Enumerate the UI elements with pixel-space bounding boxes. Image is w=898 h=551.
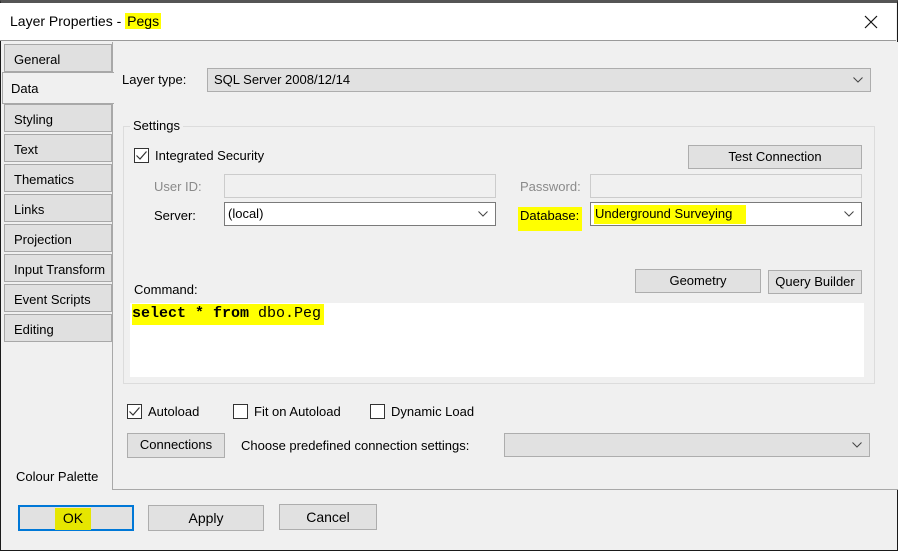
chevron-down-icon xyxy=(477,203,489,225)
checkbox-box[interactable] xyxy=(134,148,149,163)
password-label: Password: xyxy=(520,179,581,194)
dynamic-load-label: Dynamic Load xyxy=(391,404,475,419)
connections-button[interactable]: Connections xyxy=(127,433,225,458)
predefined-connection-dropdown[interactable] xyxy=(504,433,870,457)
tab-general[interactable]: General xyxy=(4,44,112,72)
ok-button[interactable]: OK xyxy=(18,505,134,531)
tab-projection[interactable]: Projection xyxy=(4,224,112,252)
command-keyword: from xyxy=(213,305,250,322)
tab-label: Event Scripts xyxy=(14,292,91,307)
tab-editing[interactable]: Editing xyxy=(4,314,112,342)
cancel-button[interactable]: Cancel xyxy=(279,504,377,530)
fit-on-autoload-label: Fit on Autoload xyxy=(254,404,341,419)
checkmark-icon xyxy=(129,407,140,416)
data-tab-panel: Layer type: SQL Server 2008/12/14 Settin… xyxy=(112,42,898,490)
settings-title: Settings xyxy=(130,118,183,133)
command-text: select * from dbo.Peg xyxy=(132,304,325,325)
command-label: Command: xyxy=(134,282,198,297)
close-button[interactable] xyxy=(860,11,882,33)
tab-styling[interactable]: Styling xyxy=(4,104,112,132)
command-textarea[interactable]: select * from dbo.Peg xyxy=(130,303,864,377)
tab-label: Projection xyxy=(14,232,72,247)
dynamic-load-checkbox[interactable]: Dynamic Load xyxy=(370,404,474,419)
command-table: dbo.Peg xyxy=(249,305,322,322)
predefined-connection-label: Choose predefined connection settings: xyxy=(241,438,470,453)
chevron-down-icon xyxy=(852,69,864,91)
command-keyword: select xyxy=(132,305,187,322)
tab-label: Input Transform xyxy=(14,262,106,277)
chevron-down-icon xyxy=(851,434,863,456)
autoload-label: Autoload xyxy=(148,404,200,419)
tab-label: General xyxy=(14,52,61,67)
server-value: (local) xyxy=(228,206,264,221)
command-star: * xyxy=(186,305,214,322)
tab-data[interactable]: Data xyxy=(2,72,114,104)
tab-links[interactable]: Links xyxy=(4,194,112,222)
database-value: Underground Surveying xyxy=(594,205,747,224)
tab-input-transform[interactable]: Input Transform xyxy=(4,254,112,282)
checkmark-icon xyxy=(136,151,147,160)
apply-button[interactable]: Apply xyxy=(148,505,264,531)
colour-palette-label[interactable]: Colour Palette xyxy=(16,469,98,484)
tab-label: Text xyxy=(14,142,38,157)
user-id-input[interactable] xyxy=(224,174,496,198)
tab-label: Editing xyxy=(14,322,54,337)
layer-type-label: Layer type: xyxy=(122,72,187,87)
tab-event-scripts[interactable]: Event Scripts xyxy=(4,284,112,312)
layer-type-dropdown[interactable]: SQL Server 2008/12/14 xyxy=(207,68,871,92)
database-label: Database: xyxy=(518,207,583,231)
user-id-label: User ID: xyxy=(154,179,202,194)
server-label: Server: xyxy=(154,208,196,223)
title-prefix: Layer Properties - xyxy=(10,13,126,29)
integrated-security-label: Integrated Security xyxy=(155,148,265,163)
layer-type-value: SQL Server 2008/12/14 xyxy=(214,72,351,87)
database-dropdown[interactable]: Underground Surveying xyxy=(590,202,862,226)
query-builder-button[interactable]: Query Builder xyxy=(768,270,862,294)
dialog-title: Layer Properties - Pegs xyxy=(10,13,162,29)
tab-label: Thematics xyxy=(14,172,74,187)
autoload-checkbox[interactable]: Autoload xyxy=(127,404,199,419)
title-layer-name: Pegs xyxy=(125,13,162,29)
tab-text[interactable]: Text xyxy=(4,134,112,162)
test-connection-button[interactable]: Test Connection xyxy=(688,145,862,169)
close-icon xyxy=(864,15,878,29)
tab-label: Links xyxy=(14,202,45,217)
chevron-down-icon xyxy=(843,203,855,225)
password-input[interactable] xyxy=(590,174,862,198)
tab-thematics[interactable]: Thematics xyxy=(4,164,112,192)
server-dropdown[interactable]: (local) xyxy=(224,202,496,226)
checkbox-box[interactable] xyxy=(370,404,385,419)
geometry-button[interactable]: Geometry xyxy=(635,269,761,293)
tab-label: Data xyxy=(11,81,39,96)
integrated-security-checkbox[interactable]: Integrated Security xyxy=(134,148,264,163)
checkbox-box[interactable] xyxy=(233,404,248,419)
checkbox-box[interactable] xyxy=(127,404,142,419)
ok-label: OK xyxy=(54,508,92,530)
title-bar: Layer Properties - Pegs xyxy=(0,3,896,41)
fit-on-autoload-checkbox[interactable]: Fit on Autoload xyxy=(233,404,341,419)
tab-label: Styling xyxy=(14,112,54,127)
settings-groupbox: Settings Integrated Security Test Connec… xyxy=(123,118,875,384)
